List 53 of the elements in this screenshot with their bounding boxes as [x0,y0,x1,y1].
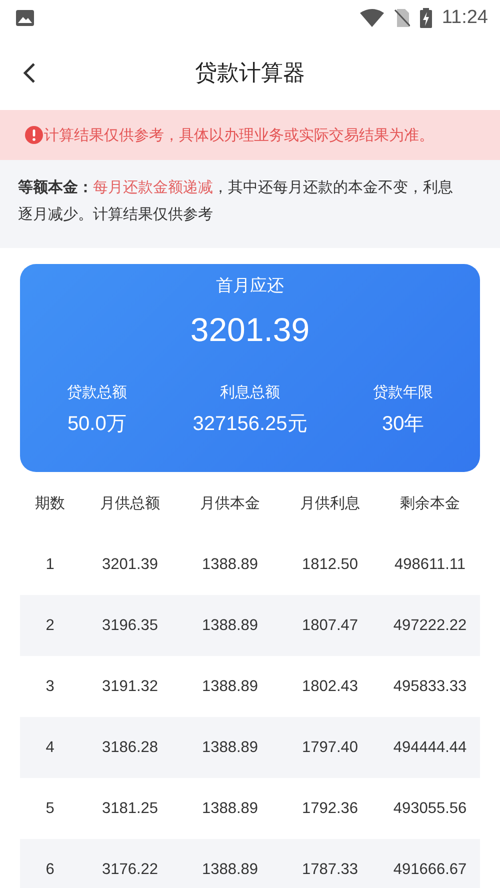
summary-title: 首月应还 [216,275,284,297]
image-icon [16,10,34,26]
table-cell-text: 1797.40 [300,738,360,756]
page-title: 贷款计算器 [195,60,305,88]
table-cell-text: 1388.89 [200,556,260,574]
status-time: 11:24 [442,7,488,29]
table-cell-text: 495833.33 [392,678,468,696]
table-cell-text: 3201.39 [100,556,160,574]
info-text: 等额本金：每月还款金额递减，其中还每月还款的本金不变，利息逐月减少。计算结果仅供参考 [18,177,454,225]
table-cell-text: 3186.28 [100,738,160,756]
column-header: 剩余本金 [399,494,461,512]
table-cell-text: 1807.47 [300,616,360,634]
table-cell-text: 5 [44,800,56,818]
table-cell-text: 3191.32 [100,678,160,696]
table-cell-text: 3176.22 [100,860,160,878]
no-sim-icon [394,9,410,27]
summary-amount: 3201.39 [190,311,310,349]
table-cell-text: 3196.35 [100,616,160,634]
table-cell-text: 1802.43 [300,678,360,696]
table-cell-text: 497222.22 [392,616,468,634]
stat-label: 贷款总额 [66,383,127,402]
stat-value: 30年 [382,412,424,437]
table-cell-text: 1388.89 [200,860,260,878]
table-cell-text: 498611.11 [394,556,466,574]
warning-icon [25,126,43,144]
column-header: 月供总额 [99,494,161,512]
table-cell-text: 1787.33 [300,860,360,878]
table-cell-text: 494444.44 [392,738,468,756]
table-cell-text: 3181.25 [100,800,160,818]
table-cell-text: 4 [44,738,56,756]
table-cell-text: 1388.89 [200,678,260,696]
table-cell-text: 493055.56 [392,800,468,818]
table-cell-text: 3 [44,678,56,696]
table-cell-text: 6 [44,860,56,878]
table-cell-text: 2 [44,616,56,634]
table-cell-text: 1792.36 [300,800,360,818]
column-header: 月供本金 [199,494,261,512]
stat-label: 贷款年限 [373,383,434,402]
table-cell-text: 1 [44,556,56,574]
table-cell-text: 491666.67 [392,860,468,878]
stat-value: 327156.25元 [192,412,308,437]
column-header: 月供利息 [299,494,361,512]
back-icon [22,62,36,84]
table-cell-text: 1388.89 [200,800,260,818]
table-cell-text: 1388.89 [200,738,260,756]
stat-value: 50.0万 [67,412,126,437]
battery-charging-icon [420,8,432,28]
column-header: 期数 [34,494,66,512]
wifi-icon [360,9,384,27]
table-cell-text: 1388.89 [200,616,260,634]
notice-text: 计算结果仅供参考，具体以办理业务或实际交易结果为准。 [44,126,434,144]
table-cell-text: 1812.50 [300,556,360,574]
stat-label: 利息总额 [220,383,280,402]
